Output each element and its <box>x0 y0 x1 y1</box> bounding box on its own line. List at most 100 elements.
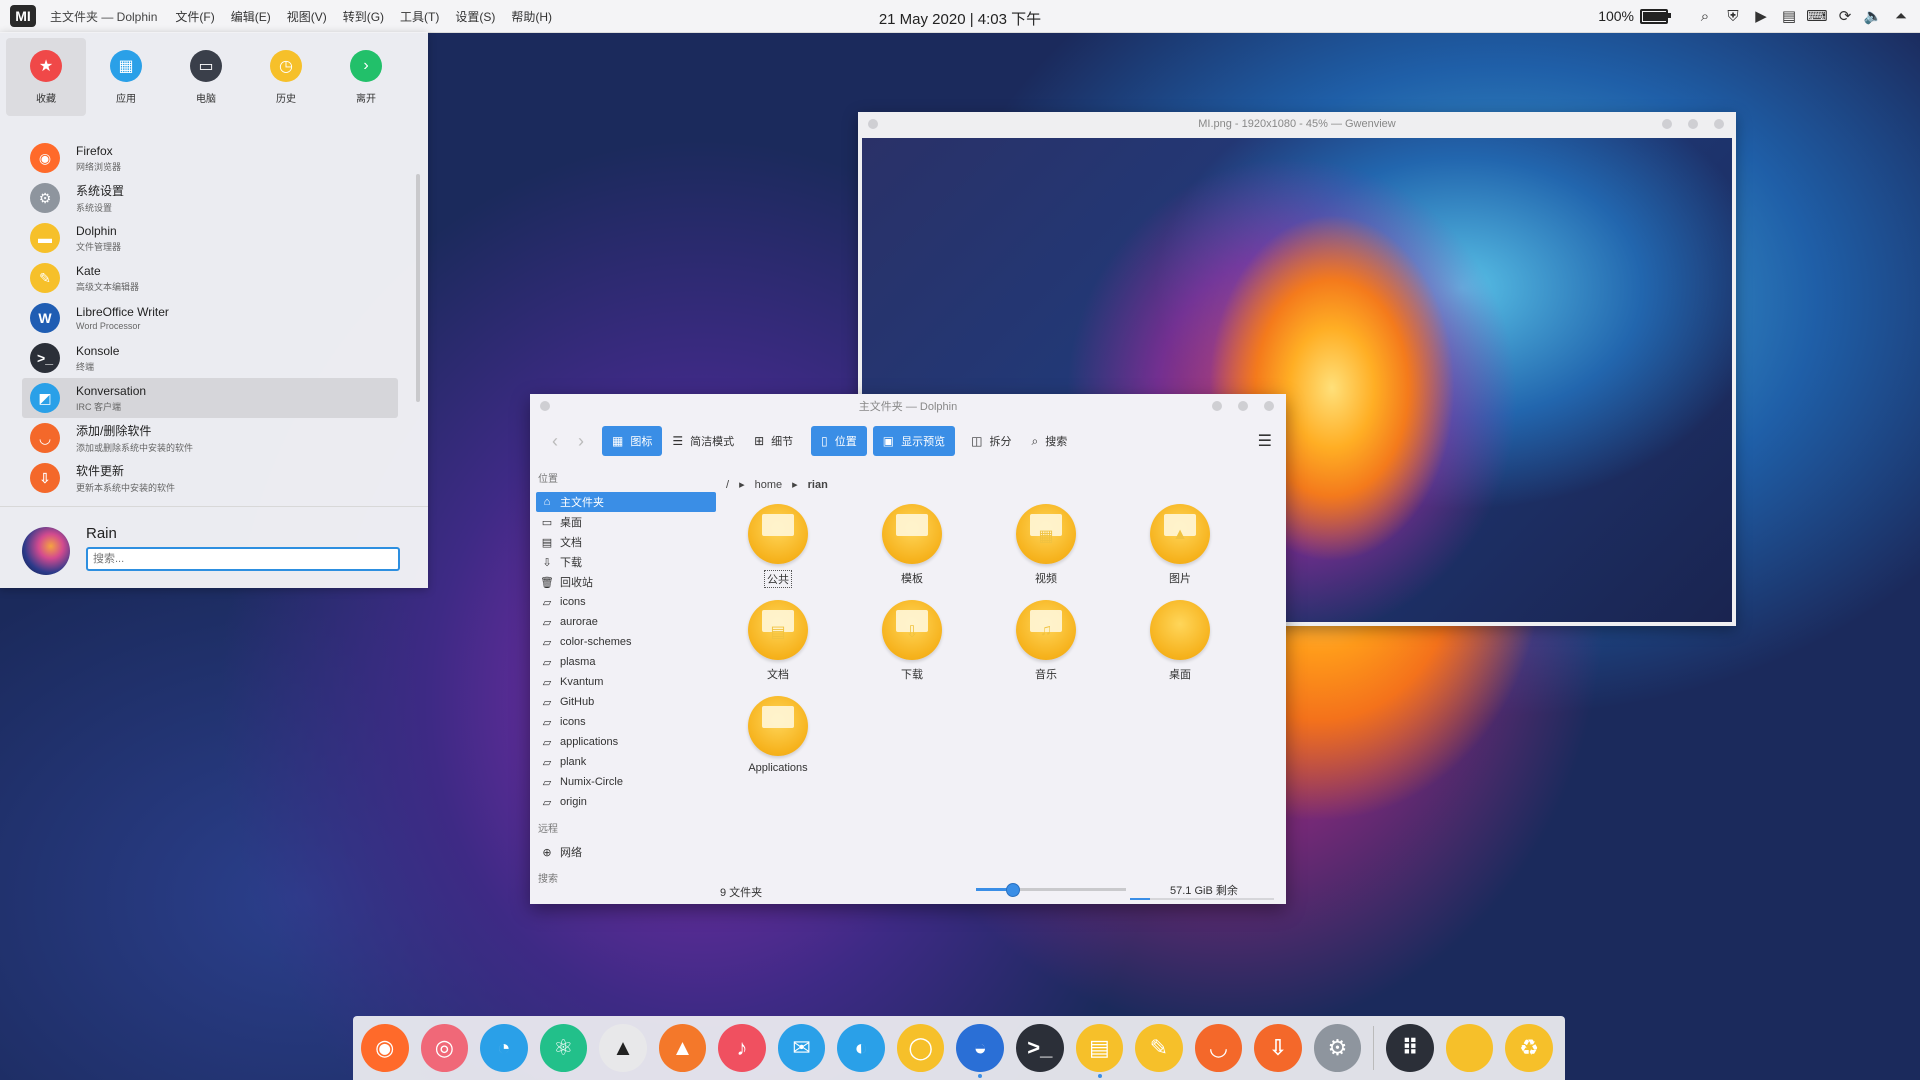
keyboard-icon[interactable]: ⌨ <box>1806 7 1828 25</box>
qq-icon[interactable]: ◐ <box>837 1024 885 1072</box>
folder-item[interactable]: Applications <box>728 696 828 774</box>
places-item[interactable]: ▱ plank <box>536 752 716 772</box>
maximize-icon[interactable] <box>1238 401 1248 411</box>
folder-item[interactable]: 模板 <box>862 504 962 586</box>
up-arrow-icon[interactable]: ⏶ <box>1892 7 1910 25</box>
app-item-folder[interactable]: ▬ Dolphin 文件管理器 <box>22 218 398 258</box>
places-item[interactable]: ▱ icons <box>536 712 716 732</box>
places-item[interactable]: ⇩ 下载 <box>536 552 716 572</box>
inkscape-icon[interactable]: ▲ <box>599 1024 647 1072</box>
details-view-button[interactable]: ⊞ 细节 <box>744 426 803 456</box>
app-grid-icon[interactable]: ⠿ <box>1386 1024 1434 1072</box>
menu-item[interactable]: 文件(F) <box>175 8 214 25</box>
vlc-icon[interactable]: ▲ <box>658 1024 707 1072</box>
menu-item[interactable]: 视图(V) <box>287 8 327 25</box>
update-icon[interactable]: ⇩ <box>1254 1024 1302 1072</box>
tab-clock[interactable]: ◷ 历史 <box>246 38 326 116</box>
places-item[interactable]: ▱ icons <box>536 592 716 612</box>
tab-arrow-right[interactable]: › 离开 <box>326 38 406 116</box>
menu-item[interactable]: 帮助(H) <box>511 8 552 25</box>
forward-icon[interactable]: › <box>568 428 594 454</box>
breadcrumb-root[interactable]: / <box>726 479 729 491</box>
preview-toggle-button[interactable]: ▣ 显示预览 <box>872 426 956 456</box>
app-item-terminal[interactable]: >_ Konsole 终端 <box>22 338 398 378</box>
files-icon[interactable]: ▤ <box>1075 1024 1124 1078</box>
atom-icon[interactable]: ⚛ <box>539 1024 588 1072</box>
firefox-icon[interactable]: ◉ <box>361 1024 409 1072</box>
window-menu-icon[interactable] <box>540 401 550 411</box>
app-item-chat[interactable]: ◩ Konversation IRC 客户端 <box>22 378 398 418</box>
close-icon[interactable] <box>1264 401 1274 411</box>
tab-monitor[interactable]: ▭ 电脑 <box>166 38 246 116</box>
menu-item[interactable]: 设置(S) <box>455 8 495 25</box>
github-icon[interactable]: ◔ <box>480 1024 528 1072</box>
compact-view-button[interactable]: ☰ 简洁模式 <box>662 426 744 456</box>
image-viewer-icon[interactable]: ◒ <box>956 1024 1005 1078</box>
editor-icon[interactable]: ✎ <box>1135 1024 1183 1072</box>
hamburger-menu-icon[interactable]: ☰ <box>1258 431 1272 451</box>
remote-item[interactable]: ⊕ 网络 <box>536 842 716 862</box>
mi-logo-icon[interactable]: MI <box>10 5 36 27</box>
folder-item[interactable]: ▲ 图片 <box>1130 504 1230 586</box>
window-menu-icon[interactable] <box>868 119 878 129</box>
menu-item[interactable]: 编辑(E) <box>231 8 271 25</box>
split-view-button[interactable]: ◫ 拆分 <box>961 426 1021 456</box>
sync-icon[interactable]: ⟳ <box>1836 7 1854 25</box>
back-icon[interactable]: ‹ <box>542 428 568 454</box>
trash-icon[interactable]: ♻ <box>1505 1024 1553 1072</box>
places-item[interactable]: ▱ origin <box>536 792 716 812</box>
tab-grid[interactable]: ▦ 应用 <box>86 38 166 116</box>
close-icon[interactable] <box>1714 119 1724 129</box>
places-item[interactable]: ⌂ 主文件夹 <box>536 492 716 512</box>
places-item[interactable]: ▭ 桌面 <box>536 512 716 532</box>
places-toggle-button[interactable]: ▯ 位置 <box>811 426 867 456</box>
zoom-slider[interactable] <box>976 883 1126 897</box>
breadcrumb-user[interactable]: rian <box>808 479 828 491</box>
settings-icon[interactable]: ⚙ <box>1313 1024 1362 1072</box>
search-button[interactable]: ⌕ 搜索 <box>1021 426 1077 456</box>
app-item-writer[interactable]: W LibreOffice Writer Word Processor <box>22 298 398 338</box>
browser-icon[interactable]: ◎ <box>420 1024 469 1072</box>
places-item[interactable]: ▱ applications <box>536 732 716 752</box>
menu-item[interactable]: 转到(G) <box>343 8 384 25</box>
shop-icon[interactable]: ◡ <box>1194 1024 1243 1072</box>
folder-item[interactable]: ⇩ 下载 <box>862 600 962 682</box>
places-item[interactable]: ▱ Numix-Circle <box>536 772 716 792</box>
app-item-shop[interactable]: ◡ 添加/删除软件 添加或删除系统中安装的软件 <box>22 418 398 458</box>
folder-item[interactable]: 公共 <box>728 504 828 588</box>
places-item[interactable]: ▱ color-schemes <box>536 632 716 652</box>
app-item-settings[interactable]: ⚙ 系统设置 系统设置 <box>22 178 398 218</box>
clipboard-icon[interactable]: ▤ <box>1780 7 1798 25</box>
battery-icon[interactable] <box>1640 8 1671 24</box>
app-item-update[interactable]: ⇩ 软件更新 更新本系统中安装的软件 <box>22 458 398 498</box>
dolphin-titlebar[interactable]: 主文件夹 — Dolphin <box>530 394 1286 418</box>
menu-item[interactable]: 工具(T) <box>400 8 439 25</box>
icons-view-button[interactable]: ▦ 图标 <box>602 426 663 456</box>
places-item[interactable]: ▱ Kvantum <box>536 672 716 692</box>
folder-item[interactable]: ▤ 文档 <box>728 600 828 682</box>
mail-icon[interactable]: ✉ <box>777 1024 826 1072</box>
shield-icon[interactable]: ⛨ <box>1724 7 1742 25</box>
gwenview-titlebar[interactable]: MI.png - 1920x1080 - 45% — Gwenview <box>858 112 1736 136</box>
tab-star[interactable]: ★ 收藏 <box>6 38 86 116</box>
folder-item[interactable]: ♫ 音乐 <box>996 600 1096 682</box>
home-folder-icon[interactable] <box>1445 1024 1494 1072</box>
folder-item[interactable]: ▦ 视频 <box>996 504 1096 586</box>
clock-text[interactable]: 21 May 2020 | 4:03 下午 <box>879 11 1041 28</box>
places-item[interactable]: ▤ 文档 <box>536 532 716 552</box>
places-item[interactable]: ▱ GitHub <box>536 692 716 712</box>
play-icon[interactable]: ▶ <box>1752 7 1770 25</box>
volume-icon[interactable]: 🔈 <box>1864 7 1883 25</box>
music-icon[interactable]: ♪ <box>718 1024 766 1072</box>
app-item-pen[interactable]: ✎ Kate 高级文本编辑器 <box>22 258 398 298</box>
minimize-icon[interactable] <box>1212 401 1222 411</box>
places-item[interactable]: 🗑 回收站 <box>536 572 716 592</box>
places-item[interactable]: ▱ aurorae <box>536 612 716 632</box>
scrollbar[interactable] <box>416 174 420 402</box>
places-item[interactable]: ▱ plasma <box>536 652 716 672</box>
minimize-icon[interactable] <box>1662 119 1672 129</box>
launcher-search-input[interactable] <box>86 547 400 571</box>
search-icon[interactable]: ◯ <box>896 1024 945 1072</box>
zoom-slider-handle[interactable] <box>1006 883 1020 897</box>
maximize-icon[interactable] <box>1688 119 1698 129</box>
